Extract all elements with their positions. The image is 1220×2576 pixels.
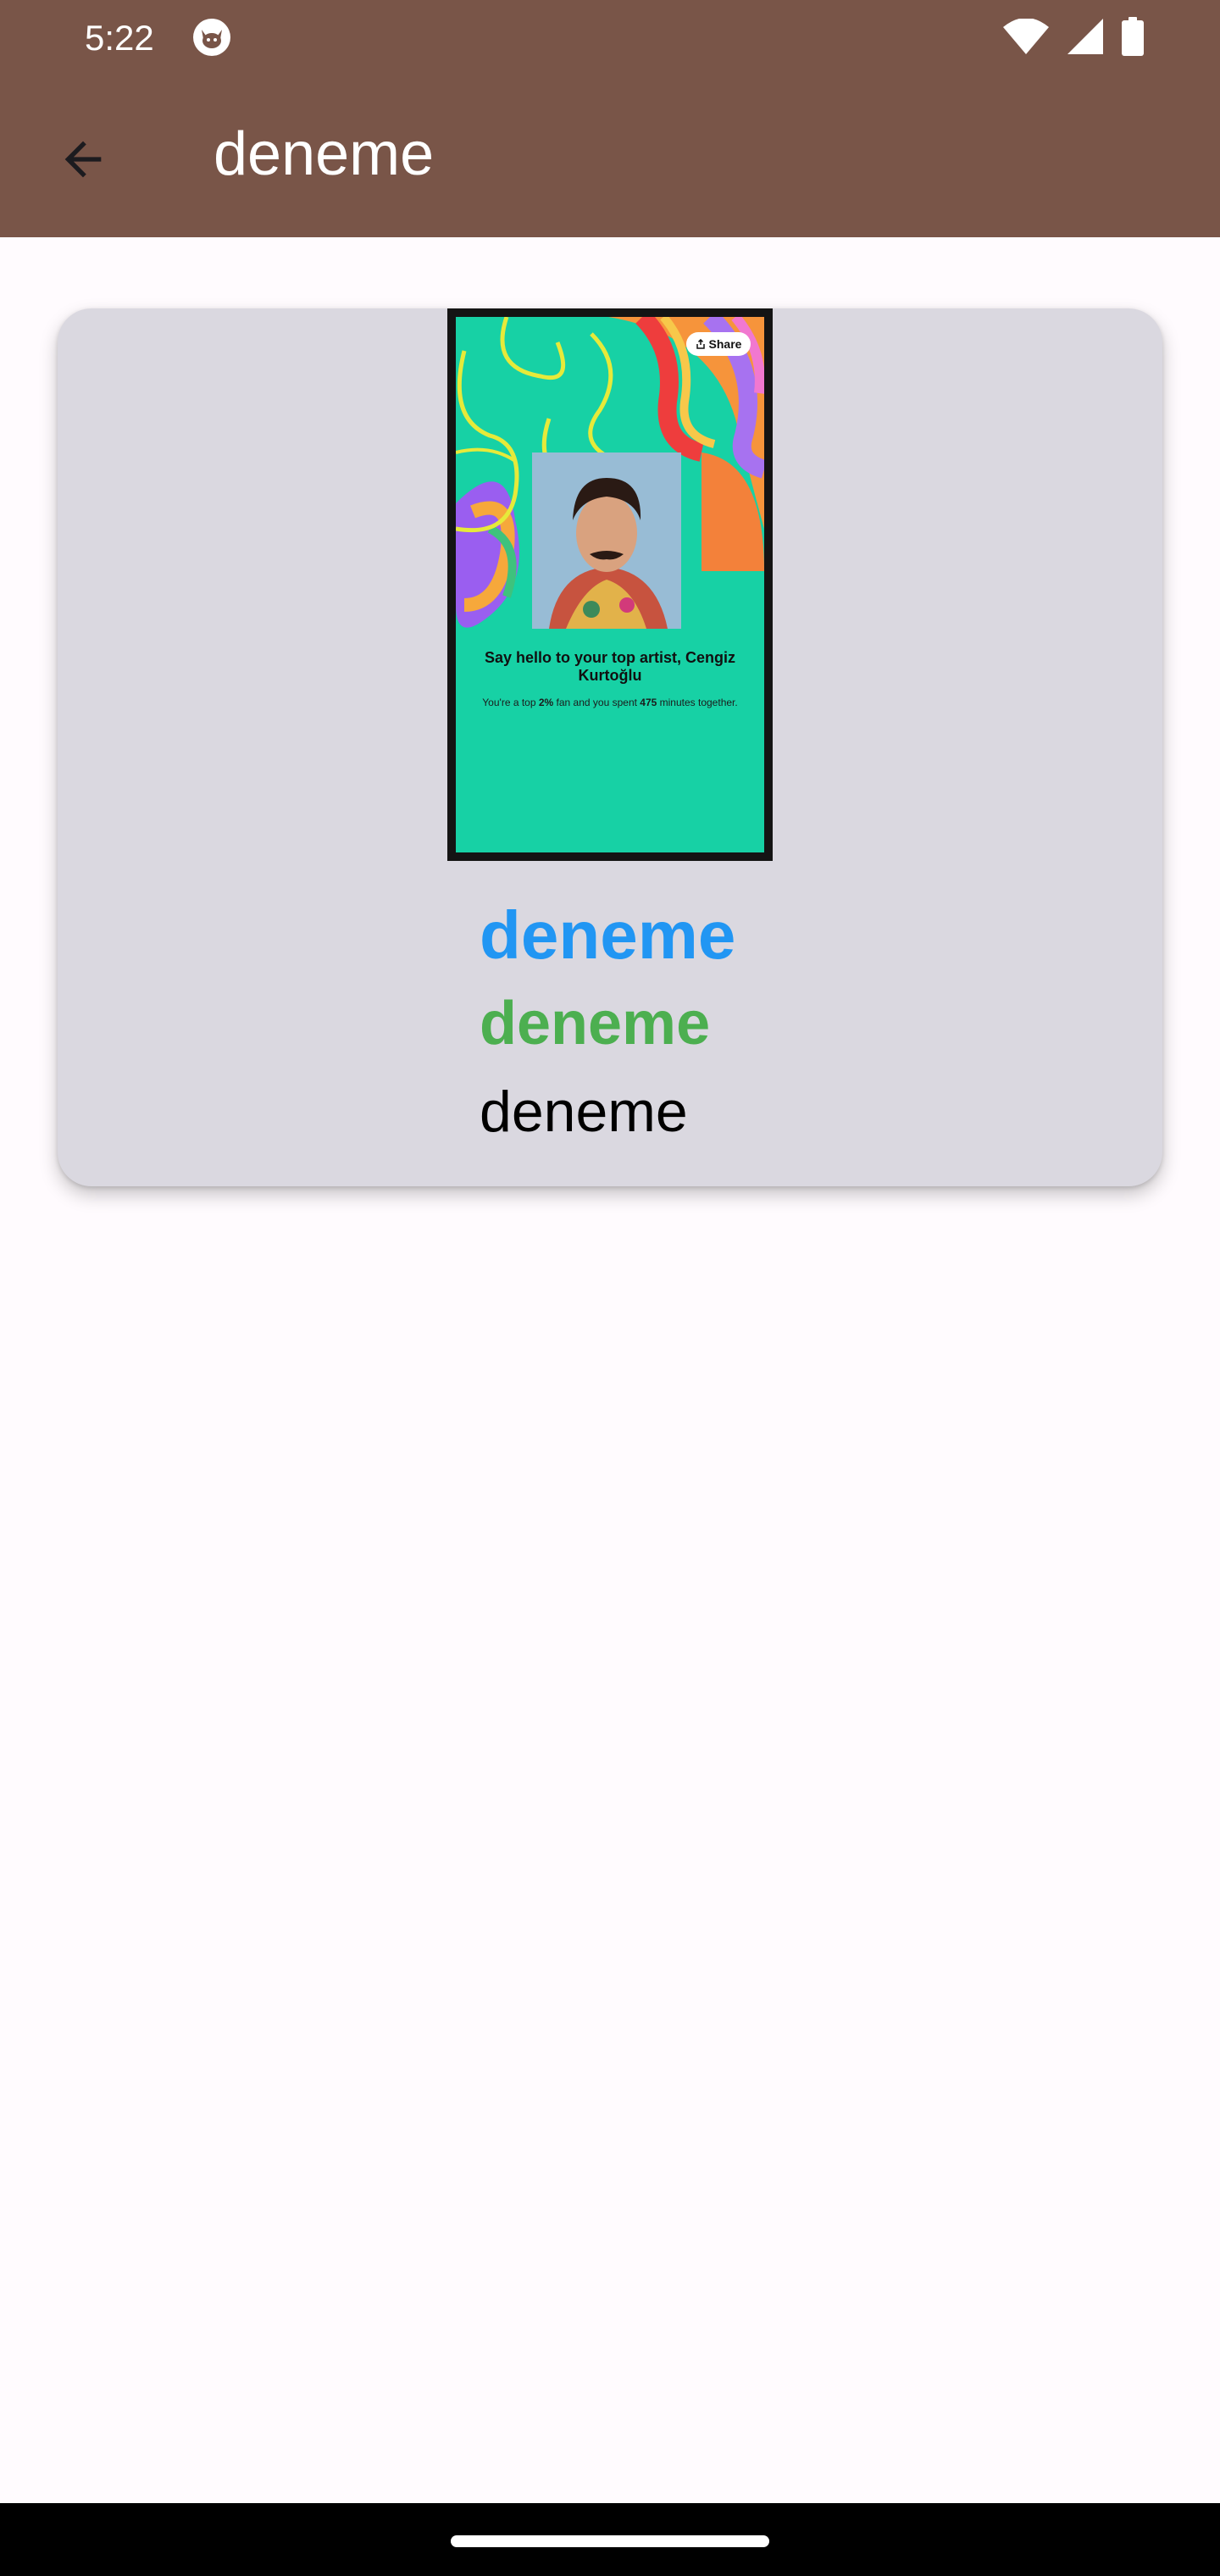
share-label: Share [708, 337, 742, 351]
status-bar: 5:22 [0, 0, 1220, 76]
story-image: Share Say hello to your top artist, Ceng… [456, 317, 764, 852]
navigation-bar [0, 2503, 1220, 2576]
share-icon [696, 339, 705, 349]
status-icons [1003, 16, 1144, 60]
status-time: 5:22 [85, 18, 154, 58]
artist-photo [532, 452, 681, 629]
cellular-signal-icon [1068, 18, 1103, 58]
card-texts: deneme deneme deneme [480, 893, 1073, 1158]
content-card[interactable]: Share Say hello to your top artist, Ceng… [58, 308, 1162, 1186]
story-subtitle: You're a top 2% fan and you spent 475 mi… [482, 697, 738, 708]
card-image: Share Say hello to your top artist, Ceng… [447, 308, 773, 861]
card-title-blue: deneme [480, 897, 736, 973]
wifi-icon [1003, 17, 1049, 58]
toolbar: deneme [0, 76, 1220, 237]
story-headline: Say hello to your top artist, Cengiz Kur… [484, 649, 736, 684]
arrow-back-icon [56, 132, 110, 191]
card-title-black: deneme [480, 1080, 688, 1144]
app-header: 5:22 deneme [0, 0, 1220, 237]
home-gesture-handle[interactable] [451, 2535, 769, 2547]
story-share-button: Share [686, 332, 751, 356]
card-title-green: deneme [480, 990, 711, 1058]
page-title: deneme [214, 120, 435, 188]
battery-icon [1122, 16, 1144, 60]
back-button[interactable] [37, 115, 129, 207]
cat-notification-icon [191, 17, 232, 58]
